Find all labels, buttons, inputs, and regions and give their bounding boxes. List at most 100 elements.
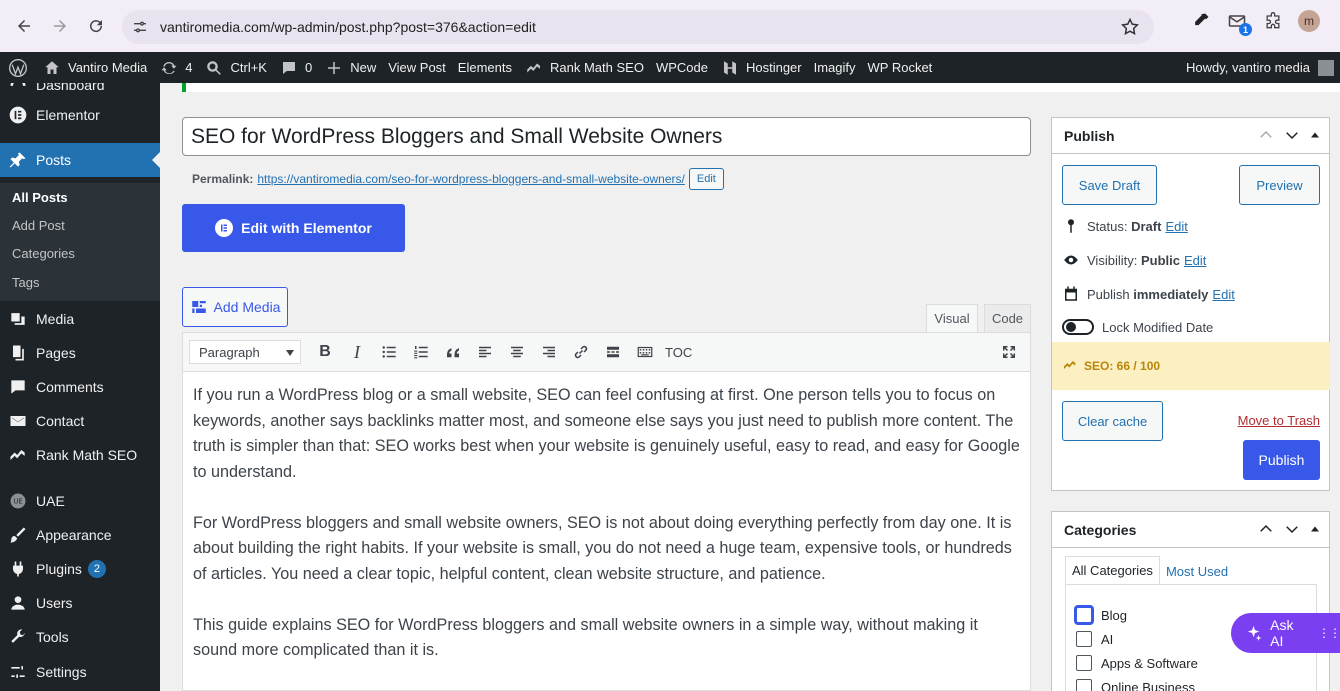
permalink-row: Permalink: https://vantiromedia.com/seo-… [192, 168, 724, 190]
comment-bubble-icon [279, 58, 299, 78]
save-draft-button[interactable]: Save Draft [1062, 165, 1157, 205]
italic-icon[interactable]: I [341, 337, 373, 367]
extension-mail-icon[interactable]: 1 [1226, 10, 1252, 36]
clear-cache-button[interactable]: Clear cache [1062, 401, 1163, 441]
plug-icon [0, 559, 36, 579]
sidebar-item-users[interactable]: Users [0, 586, 160, 620]
sidebar-item-elementor[interactable]: Elementor [0, 98, 160, 132]
sidebar-item-plugins[interactable]: Plugins 2 [0, 552, 160, 586]
preview-button[interactable]: Preview [1239, 165, 1320, 205]
category-checkbox[interactable] [1076, 655, 1092, 671]
ask-ai-button[interactable]: Ask AI ⋮⋮ [1231, 613, 1340, 653]
sidebar-item-rankmath[interactable]: Rank Math SEO [0, 438, 160, 472]
sidebar-item-pages[interactable]: Pages [0, 336, 160, 370]
sidebar-item-comments[interactable]: Comments [0, 370, 160, 404]
collapse-triangle-icon[interactable] [1309, 129, 1321, 141]
permalink-edit-button[interactable]: Edit [688, 168, 724, 190]
admin-sidebar: Dashboard Elementor Posts All Posts Add … [0, 83, 160, 691]
numbered-list-icon[interactable] [405, 337, 437, 367]
tab-code[interactable]: Code [984, 304, 1031, 332]
edit-with-elementor-button[interactable]: Edit with Elementor [182, 204, 405, 252]
adminbar-wprocket[interactable]: WP Rocket [862, 52, 939, 83]
adminbar-view-post[interactable]: View Post [382, 52, 452, 83]
read-more-icon[interactable] [597, 337, 629, 367]
toolbar-toggle-icon[interactable] [629, 337, 661, 367]
sidebar-item-tools[interactable]: Tools [0, 620, 160, 654]
align-center-icon[interactable] [501, 337, 533, 367]
publish-button[interactable]: Publish [1243, 440, 1320, 480]
collapse-triangle-icon[interactable] [1309, 523, 1321, 535]
sidebar-sub-add-post[interactable]: Add Post [12, 218, 65, 233]
adminbar-updates[interactable]: 4 [153, 52, 198, 83]
forward-arrow-icon[interactable] [42, 8, 78, 44]
drag-handle-icon[interactable]: ⋮⋮ [1318, 626, 1340, 640]
align-right-icon[interactable] [533, 337, 565, 367]
seo-score-strip[interactable]: SEO: 66 / 100 [1052, 342, 1330, 390]
adminbar-imagify[interactable]: Imagify [808, 52, 862, 83]
settings-sliders-icon [0, 662, 36, 682]
bookmark-star-icon[interactable] [1120, 17, 1140, 37]
pin-icon [1068, 219, 1074, 233]
category-checkbox[interactable] [1076, 631, 1092, 647]
eye-icon [1064, 255, 1078, 265]
post-content-editor[interactable]: If you run a WordPress blog or a small w… [182, 372, 1031, 691]
visibility-edit-link[interactable]: Edit [1184, 253, 1206, 268]
back-arrow-icon[interactable] [6, 8, 42, 44]
blockquote-icon[interactable] [437, 337, 469, 367]
category-checkbox[interactable] [1076, 607, 1092, 623]
eyedropper-icon[interactable] [1190, 10, 1212, 32]
bullet-list-icon[interactable] [373, 337, 405, 367]
sidebar-sub-categories[interactable]: Categories [12, 246, 75, 261]
move-to-trash-link[interactable]: Move to Trash [1238, 413, 1320, 428]
user-icon [0, 593, 36, 613]
add-media-button[interactable]: Add Media [182, 287, 288, 327]
adminbar-search[interactable]: Ctrl+K [198, 52, 272, 83]
chevron-up-icon[interactable] [1257, 520, 1275, 538]
lock-modified-toggle[interactable] [1062, 319, 1094, 335]
category-item[interactable]: Online Business [1076, 675, 1316, 691]
notice-accent [182, 83, 186, 92]
sidebar-sub-tags[interactable]: Tags [12, 275, 39, 290]
adminbar-wpcode[interactable]: WPCode [650, 52, 714, 83]
chevron-down-icon[interactable] [1283, 520, 1301, 538]
toc-button[interactable]: TOC [665, 345, 692, 360]
chevron-down-icon[interactable] [1283, 126, 1301, 144]
insert-link-icon[interactable] [565, 337, 597, 367]
address-bar[interactable]: vantiromedia.com/wp-admin/post.php?post=… [122, 10, 1154, 44]
status-edit-link[interactable]: Edit [1165, 219, 1187, 234]
sidebar-item-posts[interactable]: Posts [0, 143, 160, 177]
chevron-up-icon[interactable] [1257, 126, 1275, 144]
extensions-puzzle-icon[interactable] [1262, 10, 1284, 32]
bold-icon[interactable]: B [309, 337, 341, 367]
permalink-link[interactable]: https://vantiromedia.com/seo-for-wordpre… [257, 172, 685, 186]
tab-most-used[interactable]: Most Used [1160, 558, 1234, 585]
sidebar-item-uae[interactable]: UE UAE [0, 484, 160, 518]
posts-submenu: All Posts Add Post Categories Tags [0, 183, 160, 301]
adminbar-site-name[interactable]: Vantiro Media [36, 52, 153, 83]
sidebar-sub-all-posts[interactable]: All Posts [12, 190, 68, 205]
tab-visual[interactable]: Visual [926, 304, 978, 332]
format-select[interactable]: Paragraph [189, 340, 301, 364]
category-item[interactable]: Apps & Software [1076, 651, 1316, 675]
status-row: Status: Draft Edit [1062, 217, 1188, 235]
wordpress-logo-icon[interactable] [0, 52, 36, 83]
tab-all-categories[interactable]: All Categories [1065, 556, 1160, 585]
adminbar-rankmath[interactable]: Rank Math SEO [518, 52, 650, 83]
post-title-input[interactable]: SEO for WordPress Bloggers and Small Web… [182, 117, 1031, 156]
schedule-edit-link[interactable]: Edit [1212, 287, 1234, 302]
fullscreen-expand-icon[interactable] [1000, 343, 1018, 361]
align-left-icon[interactable] [469, 337, 501, 367]
adminbar-hostinger[interactable]: Hostinger [714, 52, 808, 83]
sidebar-item-media[interactable]: Media [0, 302, 160, 336]
adminbar-comments[interactable]: 0 [273, 52, 318, 83]
sidebar-item-contact[interactable]: Contact [0, 404, 160, 438]
adminbar-elements[interactable]: Elements [452, 52, 518, 83]
adminbar-howdy[interactable]: Howdy, vantiro media [1180, 52, 1340, 83]
sidebar-item-settings[interactable]: Settings [0, 655, 160, 689]
reload-icon[interactable] [78, 8, 114, 44]
sidebar-item-appearance[interactable]: Appearance [0, 518, 160, 552]
category-checkbox[interactable] [1076, 679, 1092, 691]
site-info-icon[interactable] [132, 19, 148, 35]
adminbar-new[interactable]: New [318, 52, 382, 83]
profile-avatar[interactable]: m [1298, 10, 1320, 32]
